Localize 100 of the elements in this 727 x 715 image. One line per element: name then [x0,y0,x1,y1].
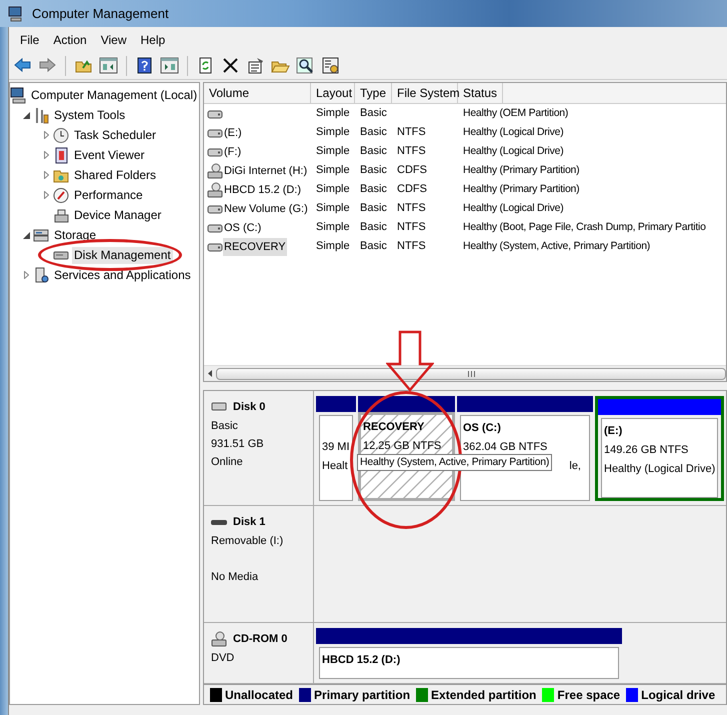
collapsed-arrow-icon[interactable] [24,271,29,279]
tree-item[interactable]: Performance [72,186,145,204]
volume-name[interactable]: New Volume (G:) [223,200,309,218]
tree-item[interactable]: Storage [52,226,98,244]
tree-item[interactable]: Shared Folders [72,166,158,184]
partition-name: RECOVERY [363,420,426,435]
tooltip: Healthy (System, Active, Primary Partition) [357,454,552,471]
table-cell-text: Basic [360,182,387,198]
collapsed-arrow-icon[interactable] [44,151,49,159]
table-cell-text: Simple [316,239,350,254]
scroll-left-icon[interactable] [208,370,212,377]
horizontal-scrollbar[interactable] [204,365,726,381]
tree-item[interactable]: Task Scheduler [72,126,158,144]
clock-icon [53,126,69,144]
volume-name[interactable]: HBCD 15.2 (D:) [223,180,302,198]
menu-item[interactable]: File [13,27,46,52]
expanded-arrow-icon[interactable] [23,112,30,118]
cd-drive-icon [207,182,223,198]
menu-item[interactable]: Action [46,27,94,52]
collapsed-arrow-icon[interactable] [44,191,49,199]
settings-icon[interactable] [321,56,340,75]
gauge-icon [53,186,69,204]
volume-name[interactable]: DiGi Internet (H:) [223,162,308,180]
menu-item[interactable]: Help [134,27,172,52]
volume-name[interactable]: (F:) [223,142,242,160]
table-cell-text: Simple [316,144,350,160]
disk-info: Online [211,454,244,470]
scroll-thumb[interactable] [216,368,726,380]
tree-item[interactable]: Disk Management [72,246,173,264]
column-header[interactable]: Status [458,83,504,103]
help-icon[interactable] [135,56,154,75]
disk-info: 931.51 GB [211,436,265,452]
partition-name: OS (C:) [463,421,502,436]
table-cell-text: Simple [316,182,350,198]
removable-drive-icon [211,520,227,525]
column-header[interactable]: Layout [311,83,355,103]
forward-arrow-icon[interactable] [38,56,57,75]
legend-label: Primary partition [314,686,410,704]
table-cell-text: NTFS [397,144,426,160]
volume-name[interactable]: RECOVERY [223,238,287,256]
properties-icon[interactable] [246,56,265,75]
table-cell-text: Healthy (Boot, Page File, Crash Dump, Primary Partitio [463,220,706,235]
disk-info: Basic [211,418,239,434]
extended-partition[interactable]: (E:) 149.26 GB NTFS Healthy (Logical Drive) [595,396,724,501]
table-cell-text: CDFS [397,163,427,178]
table-cell-text: Simple [316,201,350,216]
table-cell-text: Basic [360,201,387,216]
volume-name[interactable]: OS (C:) [223,218,262,236]
cd-drive-icon [207,162,223,178]
legend-label: Unallocated [225,686,294,704]
table-cell-text: Basic [360,125,387,140]
table-cell-text: Basic [360,144,387,160]
annotation-arrow [386,330,434,392]
console-tree-toggle-icon[interactable] [99,56,118,75]
partition-status: Healthy (Logical Drive) [604,462,716,477]
table-cell-text: NTFS [397,220,426,236]
table-cell-text: Simple [316,106,350,122]
volume-name[interactable]: (E:) [223,124,243,142]
computer-icon [10,86,26,104]
action-pane-toggle-icon[interactable] [160,56,179,75]
tree-item[interactable]: Event Viewer [72,146,146,164]
partition-size: 12.25 GB NTFS [363,439,442,454]
partition-name: HBCD 15.2 (D:) [322,653,402,668]
table-cell-text: Simple [316,125,350,140]
table-cell-text: Basic [360,220,387,236]
tree-item[interactable]: Device Manager [72,206,164,224]
column-header[interactable]: File System [392,83,458,103]
disk-name: Disk 1 [233,515,266,530]
collapsed-arrow-icon[interactable] [44,131,49,139]
delete-icon[interactable] [221,56,240,75]
window-title: Computer Management [32,4,169,23]
device-icon [53,206,69,224]
grip-icon [468,370,474,376]
disk-info: No Media [211,570,260,584]
menu-item[interactable]: View [94,27,134,52]
disk-name: Disk 0 [233,400,266,415]
table-cell-text: CDFS [397,182,427,198]
back-arrow-icon[interactable] [13,56,32,75]
partition-size: 362.04 GB NTFS [463,440,548,455]
tree-item[interactable]: Computer Management (Local) [29,86,200,104]
legend-label: Extended partition [431,686,536,704]
expanded-arrow-icon[interactable] [23,232,30,238]
partition-status: le, [569,459,581,474]
search-icon[interactable] [296,56,315,75]
computer-icon [8,6,24,22]
column-header[interactable]: Type [355,83,392,103]
collapsed-arrow-icon[interactable] [44,171,49,179]
legend-label: Logical drive [641,686,716,704]
tools-icon [33,106,49,124]
column-header[interactable]: Volume [204,83,311,103]
tree-item[interactable]: Services and Applications [52,266,193,284]
table-cell-text: Healthy (OEM Partition) [463,106,568,121]
services-icon [33,266,49,284]
table-cell-text: NTFS [397,125,426,140]
disk-name: CD-ROM 0 [233,632,288,647]
table-cell-text: Healthy (Logical Drive) [463,200,564,216]
tree-item[interactable]: System Tools [52,106,128,124]
table-cell-text: Healthy (System, Active, Primary Partition) [463,238,650,254]
table-cell-text: NTFS [397,201,426,216]
disk-info: DVD [211,650,236,666]
